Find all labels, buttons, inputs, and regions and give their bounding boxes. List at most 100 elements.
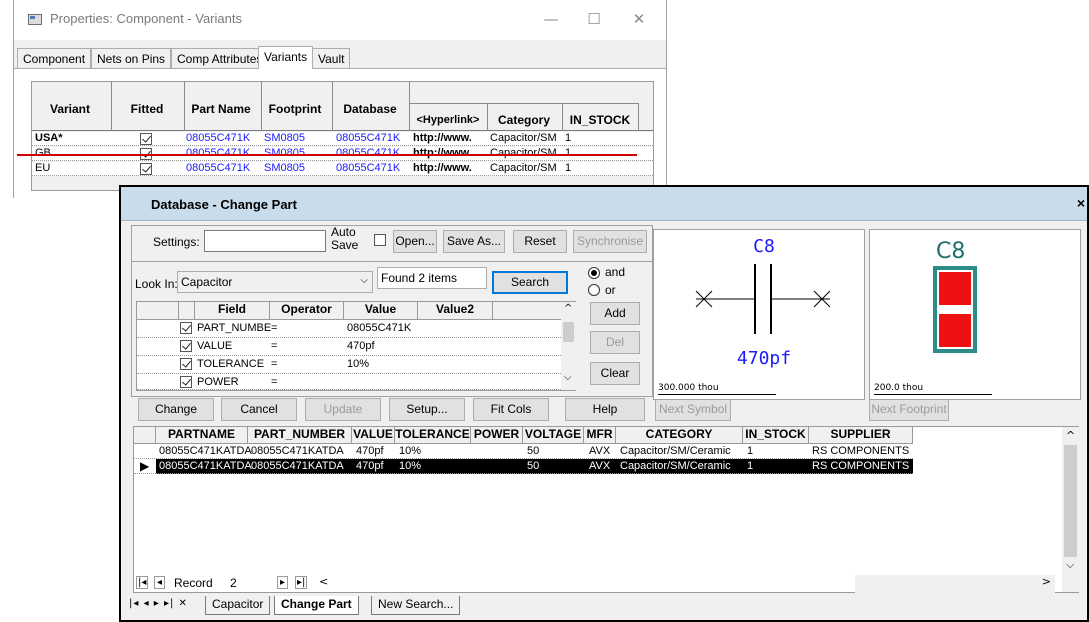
tab-nets-on-pins[interactable]: Nets on Pins (91, 48, 172, 68)
dialog-close-icon[interactable]: × (1077, 195, 1085, 211)
reset-button[interactable]: Reset (513, 230, 567, 253)
minimize-button[interactable]: — (540, 9, 562, 29)
col-tolerance[interactable]: TOLERANCE (395, 427, 471, 444)
tab-comp-attributes[interactable]: Comp Attributes (171, 48, 269, 68)
criteria-checkbox[interactable] (180, 376, 192, 389)
window-app-icon (28, 14, 42, 25)
look-in-label: Look In: (135, 277, 178, 291)
criteria-checkbox[interactable] (180, 322, 192, 337)
auto-save-checkbox[interactable] (374, 234, 386, 249)
variants-grid: Variant Fitted Part Name Footprint Datab… (31, 81, 654, 191)
horizontal-scrollbar[interactable]: > (855, 575, 1055, 593)
col-value2[interactable]: Value2 (418, 302, 493, 320)
symbol-designator: C8 (753, 236, 775, 257)
open-button[interactable]: Open... (393, 230, 437, 253)
synchronise-button[interactable]: Synchronise (573, 230, 647, 253)
add-button[interactable]: Add (590, 302, 640, 325)
criteria-scrollbar[interactable]: ^ ⌵ (561, 302, 576, 390)
next-symbol-button[interactable]: Next Symbol (655, 398, 731, 421)
col-value[interactable]: VALUE (352, 427, 395, 444)
table-row[interactable]: 08055C471KATDA 08055C471KATDA 470pf 10% … (134, 444, 913, 459)
criteria-row[interactable]: TOLERANCE = 10% (137, 356, 575, 374)
clear-button[interactable]: Clear (590, 362, 640, 385)
chevron-down-icon[interactable]: ⌵ (1066, 558, 1074, 572)
col-field[interactable]: Field (195, 302, 270, 320)
col-value[interactable]: Value (344, 302, 418, 320)
col-in-stock[interactable]: IN_STOCK (743, 427, 809, 444)
chevron-up-icon[interactable]: ^ (1066, 429, 1075, 442)
criteria-row[interactable]: PART_NUMBE = 08055C471K (137, 320, 575, 338)
col-in-stock[interactable]: IN_STOCK (563, 113, 637, 127)
col-fitted[interactable]: Fitted (114, 102, 180, 116)
tab-change-part[interactable]: Change Part (274, 596, 359, 615)
record-navigator: |◂ ◂ Record 2 ▸ ▸| < (133, 575, 853, 593)
scroll-left-icon[interactable]: < (319, 575, 328, 588)
variant-row-eu[interactable]: EU 08055C471K SM0805 08055C471K http://w… (32, 162, 653, 176)
cancel-button[interactable]: Cancel (221, 398, 297, 421)
variant-row-usa[interactable]: USA* 08055C471K SM0805 08055C471K http:/… (32, 132, 653, 146)
maximize-button[interactable]: ☐ (583, 9, 605, 29)
or-label: or (605, 283, 616, 297)
prev-record-icon[interactable]: ◂ (154, 576, 166, 589)
next-footprint-button[interactable]: Next Footprint (869, 398, 949, 421)
col-supplier[interactable]: SUPPLIER (809, 427, 913, 444)
col-partname[interactable]: PARTNAME (156, 427, 248, 444)
footprint-designator: C8 (936, 239, 965, 264)
current-row-arrow-icon: ▶ (140, 459, 150, 473)
criteria-row[interactable]: POWER = (137, 374, 575, 390)
next-record-icon[interactable]: ▸ (277, 576, 289, 589)
col-footprint[interactable]: Footprint (262, 102, 328, 116)
first-record-icon[interactable]: |◂ (136, 576, 149, 589)
scrollbar-thumb[interactable] (1064, 445, 1077, 557)
footprint-pad (939, 272, 971, 305)
criteria-row[interactable]: VALUE = 470pf (137, 338, 575, 356)
col-database[interactable]: Database (334, 102, 406, 116)
col-category[interactable]: Category (488, 113, 560, 127)
auto-save-label-1: Auto (331, 225, 356, 239)
scroll-right-icon[interactable]: > (1042, 575, 1051, 588)
criteria-checkbox[interactable] (180, 340, 192, 355)
tab-capacitor[interactable]: Capacitor (205, 596, 271, 615)
col-category[interactable]: CATEGORY (616, 427, 743, 444)
col-power[interactable]: POWER (471, 427, 523, 444)
del-button[interactable]: Del (590, 331, 640, 354)
col-operator[interactable]: Operator (270, 302, 344, 320)
col-voltage[interactable]: VOLTAGE (523, 427, 584, 444)
settings-input[interactable] (204, 230, 326, 252)
sheet-nav-icon[interactable]: |◂ ◂ ▸ ▸| ✕ (129, 598, 188, 609)
update-button[interactable]: Update (305, 398, 381, 421)
help-button[interactable]: Help (565, 398, 645, 421)
chevron-up-icon[interactable]: ^ (564, 303, 572, 314)
col-part-number[interactable]: PART_NUMBER (248, 427, 352, 444)
properties-titlebar: Properties: Component - Variants — ☐ ✕ (14, 0, 666, 40)
chevron-down-icon[interactable]: ⌵ (564, 372, 572, 383)
close-button[interactable]: ✕ (628, 9, 650, 29)
criteria-checkbox[interactable] (180, 358, 192, 373)
save-as-button[interactable]: Save As... (443, 230, 505, 253)
setup-button[interactable]: Setup... (389, 398, 465, 421)
tab-vault[interactable]: Vault (312, 48, 351, 68)
fitted-checkbox[interactable] (140, 133, 152, 148)
col-hyperlink[interactable]: <Hyperlink> (410, 114, 486, 126)
and-label: and (605, 265, 626, 279)
col-part-name[interactable]: Part Name (186, 102, 256, 116)
or-radio[interactable] (588, 284, 600, 296)
col-variant[interactable]: Variant (35, 102, 105, 116)
search-button[interactable]: Search (492, 271, 568, 294)
results-scrollbar[interactable]: ^ ⌵ (1062, 427, 1079, 592)
fit-cols-button[interactable]: Fit Cols (473, 398, 549, 421)
tab-new-search[interactable]: New Search... (371, 596, 461, 615)
found-items-text: Found 2 items (377, 267, 487, 289)
and-radio[interactable] (588, 267, 600, 279)
look-in-select[interactable]: Capacitor ⌵ (177, 271, 373, 293)
tab-component[interactable]: Component (17, 48, 92, 68)
scrollbar-thumb[interactable] (563, 322, 574, 342)
fitted-checkbox[interactable] (140, 163, 152, 178)
col-mfr[interactable]: MFR (584, 427, 616, 444)
record-number[interactable]: 2 (230, 576, 237, 590)
tab-variants[interactable]: Variants (258, 46, 314, 69)
last-record-icon[interactable]: ▸| (295, 576, 308, 589)
properties-tabs: Component Nets on Pins Comp Attributes V… (14, 46, 666, 69)
table-row-selected[interactable]: 08055C471KATDA 08055C471KATDA 470pf 10% … (156, 459, 913, 474)
change-button[interactable]: Change (138, 398, 214, 421)
